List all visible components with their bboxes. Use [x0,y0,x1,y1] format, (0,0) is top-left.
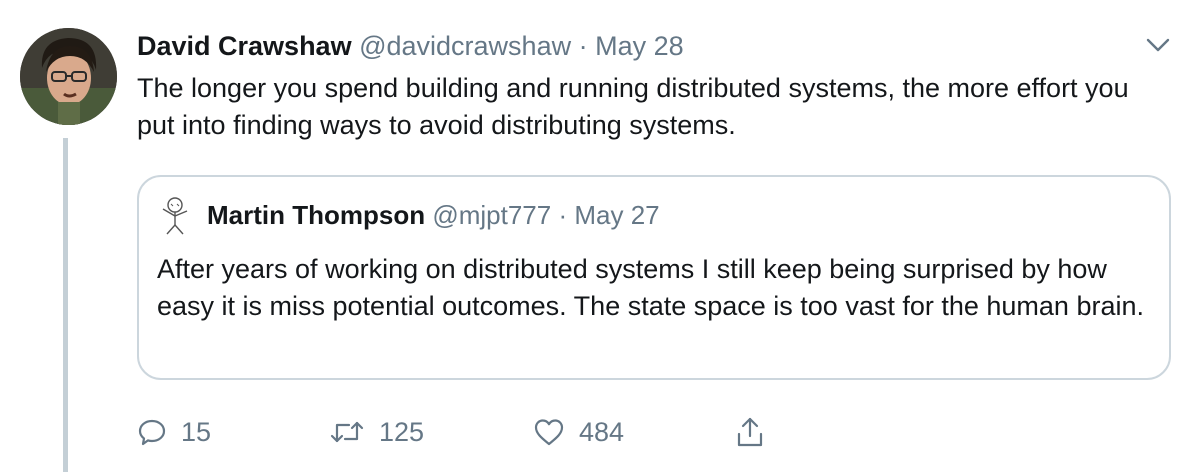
quoted-date-separator: · [558,200,568,230]
share-icon [735,416,765,448]
avatar[interactable] [20,28,117,125]
like-button[interactable]: 484 [533,412,624,452]
quoted-header: Martin Thompson @mjpt777 · May 27 [207,199,660,231]
reply-icon [137,417,167,447]
quoted-tweet-text: After years of working on distributed sy… [157,254,1144,321]
tweet-header: David Crawshaw @davidcrawshaw · May 28 [137,30,684,62]
quoted-avatar [157,195,193,235]
action-bar: 15 125 484 [137,412,937,452]
retweet-count: 125 [379,416,425,447]
reply-button[interactable]: 15 [137,412,211,452]
author-name[interactable]: David Crawshaw [137,31,352,61]
thread-line [63,138,68,472]
chevron-down-icon[interactable] [1146,36,1170,54]
like-count: 484 [579,416,625,447]
quoted-author-handle[interactable]: @mjpt777 [432,200,551,230]
retweet-button[interactable]: 125 [329,412,424,452]
quoted-tweet[interactable]: Martin Thompson @mjpt777 · May 27 After … [137,175,1171,380]
quoted-author-name[interactable]: Martin Thompson [207,200,425,230]
author-handle[interactable]: @davidcrawshaw [359,31,571,61]
share-button[interactable] [735,412,765,452]
retweet-icon [329,417,365,447]
quoted-tweet-date[interactable]: May 27 [574,200,659,230]
tweet-text: The longer you spend building and runnin… [137,73,1129,140]
heart-icon [533,417,565,447]
tweet-date[interactable]: May 28 [595,31,684,61]
date-separator: · [578,31,588,61]
reply-count: 15 [181,416,212,447]
